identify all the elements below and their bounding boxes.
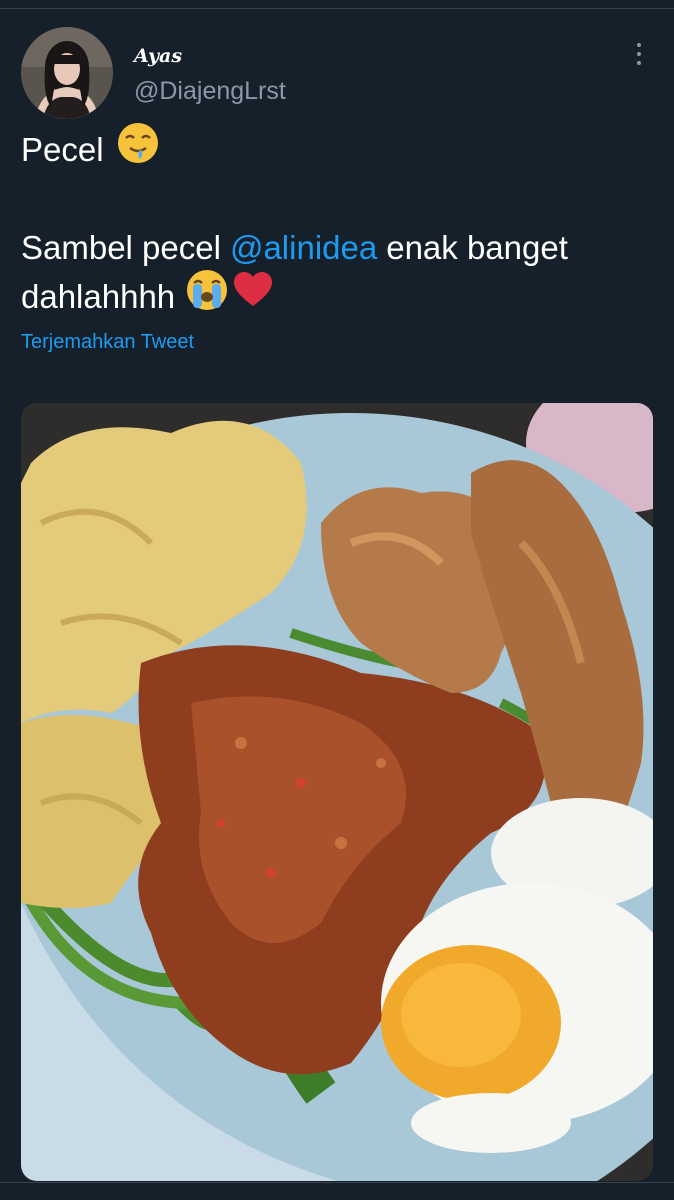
tweet-text-dahlahhhh: dahlahhhh — [21, 278, 176, 315]
tweet-photo[interactable] — [21, 403, 653, 1181]
tweet[interactable]: Ayas @DiajengLrst Pecel Sambel pecel @al… — [0, 9, 674, 1182]
tweet-text-line-2: Sambel pecel @alinidea enak banget — [21, 223, 651, 272]
mention-link[interactable]: @alinidea — [230, 223, 377, 272]
loudly-crying-face-emoji-icon — [185, 268, 229, 325]
tweet-text-sambel-pecel: Sambel pecel — [21, 229, 221, 266]
tweet-text-pecel: Pecel — [21, 131, 104, 168]
pecel-food-photo-icon — [21, 403, 653, 1181]
translate-tweet-link[interactable]: Terjemahkan Tweet — [21, 331, 194, 354]
drooling-face-emoji-icon — [116, 121, 160, 178]
tweet-text-blank-line — [21, 174, 651, 223]
tweet-text: Pecel Sambel pecel @alinidea enak banget… — [21, 123, 651, 321]
username-handle[interactable]: @DiajengLrst — [134, 77, 286, 106]
red-heart-emoji-icon — [231, 268, 275, 325]
bottom-divider — [0, 1182, 674, 1183]
more-options-icon[interactable] — [628, 39, 650, 69]
tweet-text-line-1: Pecel — [21, 123, 651, 174]
tweet-text-line-3: dahlahhhh — [21, 270, 651, 321]
display-name[interactable]: Ayas — [134, 45, 182, 67]
tweet-text-enak-banget: enak banget — [386, 229, 568, 266]
avatar[interactable] — [21, 27, 113, 119]
